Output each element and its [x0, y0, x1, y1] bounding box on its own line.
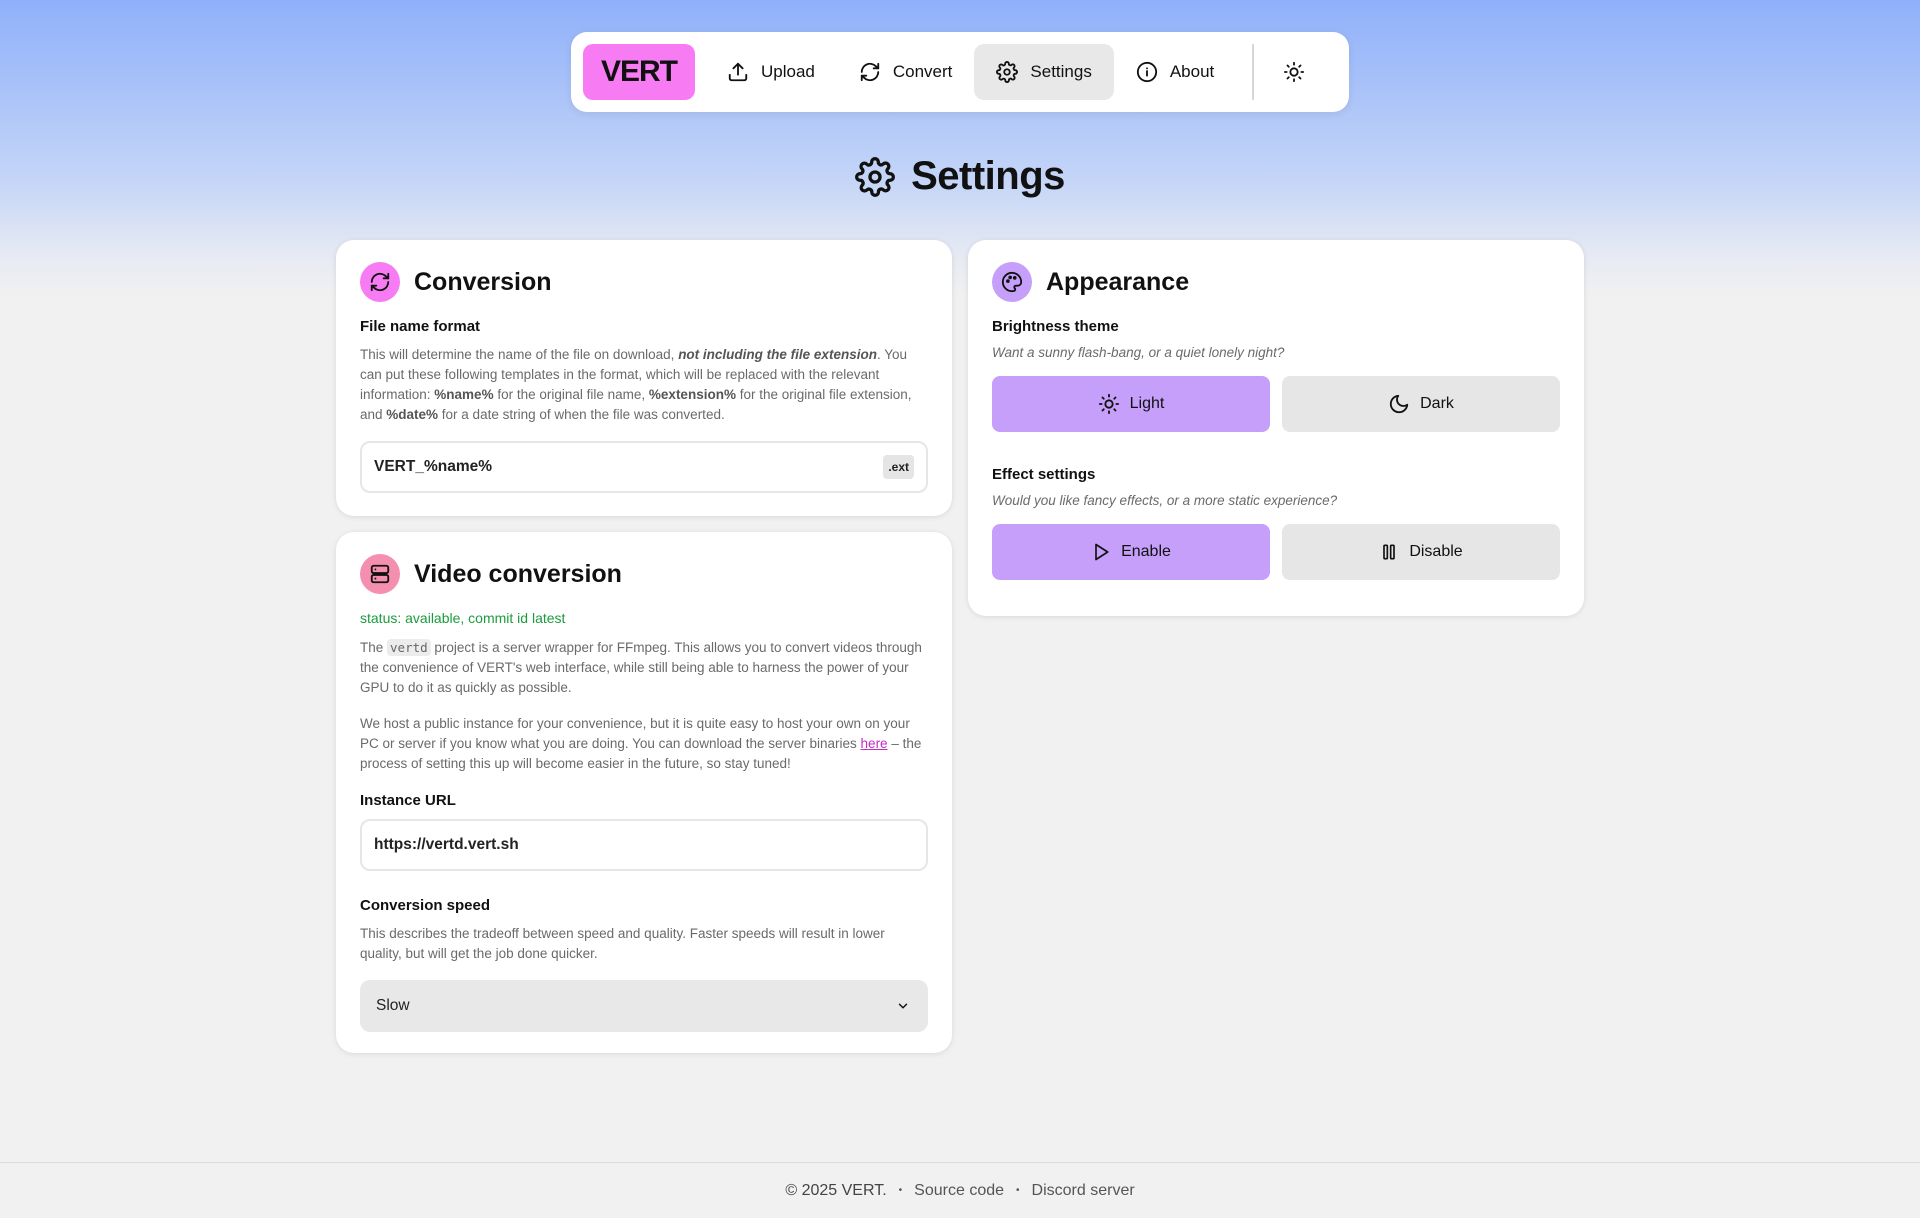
nav-divider — [1252, 44, 1255, 100]
upload-icon — [727, 61, 749, 83]
effect-settings-label: Effect settings — [992, 466, 1096, 483]
moon-icon — [1388, 393, 1410, 415]
file-name-format-field: .ext — [360, 441, 928, 493]
nav-about[interactable]: About — [1114, 44, 1236, 100]
theme-toggle-button[interactable] — [1266, 44, 1322, 100]
brightness-theme-options: Light Dark — [992, 376, 1560, 432]
effect-settings-description: Would you like fancy effects, or a more … — [992, 493, 1338, 508]
nav-convert[interactable]: Convert — [837, 44, 975, 100]
vertd-status: status: available, commit id latest — [360, 610, 566, 626]
file-name-format-label: File name format — [360, 318, 481, 335]
chevron-down-icon — [896, 999, 910, 1013]
vertd-hosting-description: We host a public instance for your conve… — [360, 716, 922, 771]
nav-upload[interactable]: Upload — [705, 44, 837, 100]
disable-effects-label: Disable — [1409, 543, 1463, 560]
brightness-theme-label: Brightness theme — [992, 318, 1119, 335]
logo[interactable]: VERT — [583, 44, 695, 100]
light-theme-label: Light — [1129, 395, 1165, 412]
appearance-card-header: Appearance — [992, 262, 1560, 302]
enable-effects-label: Enable — [1121, 543, 1171, 560]
palette-icon — [992, 262, 1032, 302]
file-name-format-input[interactable] — [374, 458, 884, 476]
conversion-speed-value: Slow — [376, 997, 410, 1014]
info-icon — [1136, 61, 1158, 83]
conversion-speed-description: This describes the tradeoff between spee… — [360, 926, 885, 961]
conversion-speed-select[interactable]: Slow — [360, 980, 928, 1032]
server-icon — [360, 554, 400, 594]
sun-icon — [1098, 393, 1120, 415]
copyright: © 2025 VERT. — [785, 1181, 887, 1199]
nav-settings[interactable]: Settings — [974, 44, 1114, 100]
video-card-header: Video conversion — [360, 554, 928, 594]
extension-badge: .ext — [883, 455, 914, 479]
footer: © 2025 VERT. • Source code • Discord ser… — [0, 1162, 1920, 1218]
pause-icon — [1379, 542, 1399, 562]
gear-icon — [996, 61, 1019, 83]
nav-convert-label: Convert — [892, 62, 953, 81]
page-title-text: Settings — [911, 154, 1065, 198]
brightness-theme-description: Want a sunny flash-bang, or a quiet lone… — [992, 345, 1285, 360]
video-card-title: Video conversion — [414, 559, 622, 588]
nav-settings-label: Settings — [1030, 62, 1092, 81]
footer-separator: • — [1016, 1185, 1020, 1196]
refresh-icon — [859, 61, 881, 83]
discord-server-link[interactable]: Discord server — [1032, 1182, 1135, 1200]
top-nav: VERT Upload Convert Settings About — [571, 32, 1349, 112]
instance-url-field — [360, 819, 928, 871]
vertd-description: The vertd project is a server wrapper fo… — [360, 639, 922, 695]
conversion-card-title: Conversion — [414, 267, 552, 296]
appearance-card-title: Appearance — [1046, 267, 1190, 296]
nav-about-label: About — [1169, 62, 1215, 81]
dark-theme-label: Dark — [1420, 395, 1454, 412]
instance-url-label: Instance URL — [360, 792, 456, 809]
light-theme-button[interactable]: Light — [992, 376, 1270, 432]
server-binaries-link[interactable]: here — [861, 736, 888, 751]
enable-effects-button[interactable]: Enable — [992, 524, 1270, 580]
nav-upload-label: Upload — [761, 62, 815, 81]
play-icon — [1091, 542, 1111, 562]
page-title: Settings — [0, 154, 1920, 199]
source-code-link[interactable]: Source code — [914, 1182, 1004, 1200]
refresh-icon — [360, 262, 400, 302]
appearance-card: Appearance Brightness theme Want a sunny… — [968, 240, 1584, 616]
gear-icon — [855, 156, 896, 197]
disable-effects-button[interactable]: Disable — [1282, 524, 1560, 580]
footer-separator: • — [898, 1185, 903, 1196]
conversion-card: Conversion File name format This will de… — [336, 240, 952, 516]
vertd-code: vertd — [387, 639, 431, 656]
file-name-format-description: This will determine the name of the file… — [360, 347, 912, 422]
effect-settings-options: Enable Disable — [992, 524, 1560, 580]
conversion-card-header: Conversion — [360, 262, 928, 302]
video-conversion-card: Video conversion status: available, comm… — [336, 532, 952, 1053]
sun-icon — [1283, 61, 1305, 83]
dark-theme-button[interactable]: Dark — [1282, 376, 1560, 432]
instance-url-input[interactable] — [374, 836, 914, 854]
conversion-speed-label: Conversion speed — [360, 897, 491, 914]
